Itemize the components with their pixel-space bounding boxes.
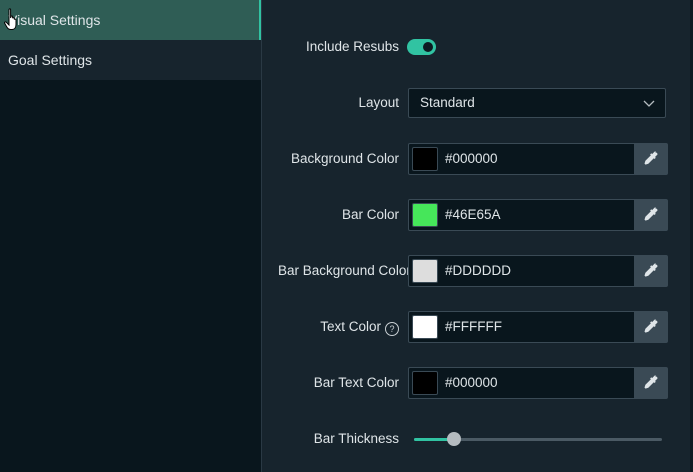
eyedropper-icon — [644, 263, 658, 277]
layout-label: Layout — [358, 95, 399, 110]
background-color-label: Background Color — [290, 151, 399, 166]
text-color-field — [408, 311, 668, 343]
text-color-picker-button[interactable] — [634, 312, 667, 342]
bar-text-color-picker-button[interactable] — [634, 368, 667, 398]
include-resubs-row: Include Resubs — [262, 31, 693, 63]
sidebar-item-goal-settings[interactable]: Goal Settings — [0, 40, 261, 80]
hand-pointer-icon — [4, 8, 17, 30]
bar-color-swatch[interactable] — [412, 203, 438, 227]
sidebar-item-label: Goal Settings — [8, 52, 93, 68]
bar-text-color-row: Bar Text Color — [262, 367, 693, 399]
bar-color-field — [408, 199, 668, 231]
text-color-row: Text Color? — [262, 311, 693, 343]
bar-background-color-label: Bar Background Color — [278, 263, 409, 278]
text-color-input[interactable] — [445, 312, 625, 342]
layout-select-value: Standard — [420, 95, 475, 110]
bar-color-row: Bar Color — [262, 199, 693, 231]
bar-background-color-field — [408, 255, 668, 287]
chevron-down-icon — [643, 100, 655, 107]
background-color-field — [408, 143, 668, 175]
bar-background-color-picker-button[interactable] — [634, 256, 667, 286]
background-color-picker-button[interactable] — [634, 144, 667, 174]
sidebar-item-label: Visual Settings — [8, 12, 101, 28]
eyedropper-icon — [644, 319, 658, 333]
bar-background-color-row: Bar Background Color — [262, 255, 693, 287]
sidebar: Visual Settings Goal Settings — [0, 0, 262, 472]
bar-text-color-input[interactable] — [445, 368, 625, 398]
bar-background-color-swatch[interactable] — [412, 259, 438, 283]
bar-color-picker-button[interactable] — [634, 200, 667, 230]
bar-color-label: Bar Color — [341, 207, 399, 222]
layout-row: Layout Standard — [262, 87, 693, 119]
bar-text-color-swatch[interactable] — [412, 371, 438, 395]
bar-thickness-slider[interactable] — [414, 431, 662, 447]
bar-thickness-label: Bar Thickness — [313, 431, 399, 446]
eyedropper-icon — [644, 151, 658, 165]
bar-text-color-label: Bar Text Color — [313, 375, 399, 390]
bar-thickness-row: Bar Thickness — [262, 423, 693, 455]
text-color-swatch[interactable] — [412, 315, 438, 339]
help-icon[interactable]: ? — [385, 322, 399, 336]
background-color-row: Background Color — [262, 143, 693, 175]
bar-color-input[interactable] — [445, 200, 625, 230]
slider-thumb[interactable] — [446, 432, 461, 446]
sidebar-item-visual-settings[interactable]: Visual Settings — [0, 0, 261, 40]
include-resubs-label: Include Resubs — [305, 39, 399, 54]
bar-text-color-field — [408, 367, 668, 399]
include-resubs-toggle[interactable] — [407, 39, 436, 55]
layout-select[interactable]: Standard — [408, 88, 666, 118]
background-color-swatch[interactable] — [412, 147, 438, 171]
bar-background-color-input[interactable] — [445, 256, 625, 286]
text-color-label: Text Color — [320, 319, 381, 334]
text-color-label-wrap: Text Color? — [320, 311, 399, 343]
background-color-input[interactable] — [445, 144, 625, 174]
settings-panel: Include Resubs Layout Standard Backgroun… — [262, 0, 693, 472]
eyedropper-icon — [644, 207, 658, 221]
eyedropper-icon — [644, 375, 658, 389]
toggle-knob — [423, 42, 433, 52]
